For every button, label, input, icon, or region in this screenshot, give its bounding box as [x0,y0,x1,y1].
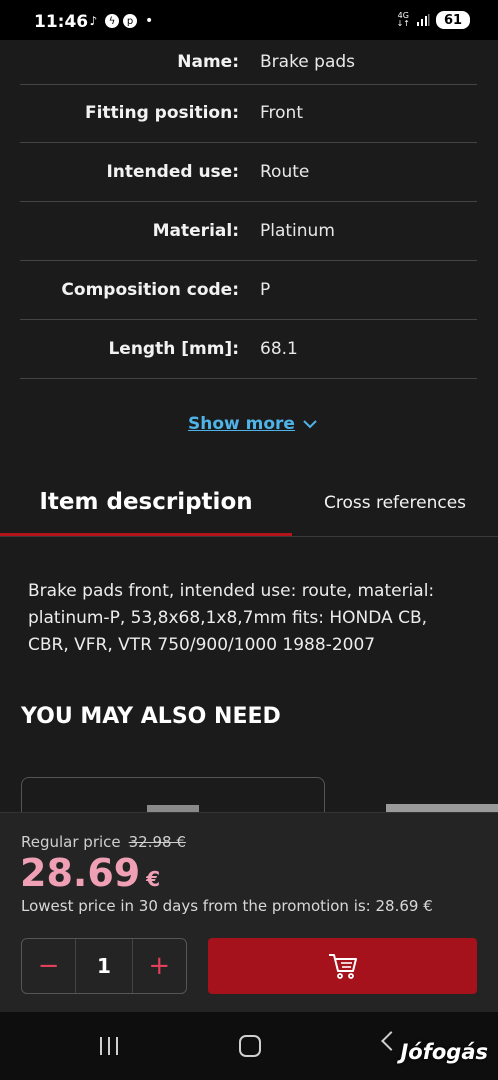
spec-label: Material: [152,221,239,241]
status-time: 11:46 [34,12,89,32]
spec-row-length: Length [mm]: 68.1 [20,320,477,379]
spec-row-fitting-position: Fitting position: Front [20,84,477,143]
status-right: 4G ↓↑ 61 [397,11,470,29]
spec-row-name: Name: Brake pads [20,40,477,85]
spec-value: Route [260,162,310,182]
description-tabs: Item description Cross references [0,470,498,537]
chevron-down-icon [303,420,317,429]
battery-indicator: 61 [436,11,470,29]
messenger-icon: ϟ [105,14,119,28]
spec-value: Front [260,103,303,123]
spec-label: Intended use: [106,162,239,182]
lowest-price-note: Lowest price in 30 days from the promoti… [21,897,433,915]
spec-row-material: Material: Platinum [20,202,477,261]
cart-icon [328,954,357,979]
tiktok-icon: ♪ [89,14,98,28]
regular-price-value: 32.98 € [128,833,186,851]
notification-icons: ♪ ϟ p • [86,13,154,29]
back-button[interactable] [381,1031,401,1051]
also-need-heading: YOU MAY ALSO NEED [21,704,281,729]
show-more-label: Show more [188,414,295,434]
price-panel: Regular price 32.98 € 28.69 € Lowest price… [0,812,498,1013]
more-notifications-dot: • [145,13,154,29]
decrease-quantity-button[interactable]: − [22,939,75,993]
quantity-stepper: − 1 + [21,938,187,994]
show-more-link[interactable]: Show more [188,414,317,434]
spec-row-composition-code: Composition code: P [20,261,477,320]
spec-label: Name: [177,52,239,72]
regular-price-label: Regular price [21,833,121,851]
watermark-logo: Jófogás [400,1040,488,1064]
signal-icon [417,14,430,26]
spec-label: Length [mm]: [108,339,239,359]
increase-quantity-button[interactable]: + [133,939,186,993]
current-price: 28.69 € [20,851,160,895]
quantity-value[interactable]: 1 [75,939,133,993]
recents-button[interactable] [100,1037,118,1055]
spec-label: Composition code: [61,280,239,300]
network-indicator: 4G ↓↑ [396,11,410,28]
spec-value: P [260,280,271,300]
tab-item-description[interactable]: Item description [0,470,292,536]
spec-value: Brake pads [260,52,356,72]
price-amount: 28.69 [20,851,141,895]
add-to-cart-button[interactable] [208,938,477,994]
pinterest-icon: p [123,14,137,28]
tab-cross-references[interactable]: Cross references [292,470,498,536]
price-currency: € [146,867,161,891]
item-description-text: Brake pads front, intended use: route, m… [28,581,435,655]
status-bar: 11:46 ♪ ϟ p • 4G ↓↑ 61 [0,0,498,40]
spec-label: Fitting position: [84,103,239,123]
spec-value: Platinum [260,221,335,241]
spec-row-intended-use: Intended use: Route [20,143,477,202]
regular-price: Regular price 32.98 € [21,833,186,851]
spec-value: 68.1 [260,339,298,359]
home-button[interactable] [239,1035,261,1057]
